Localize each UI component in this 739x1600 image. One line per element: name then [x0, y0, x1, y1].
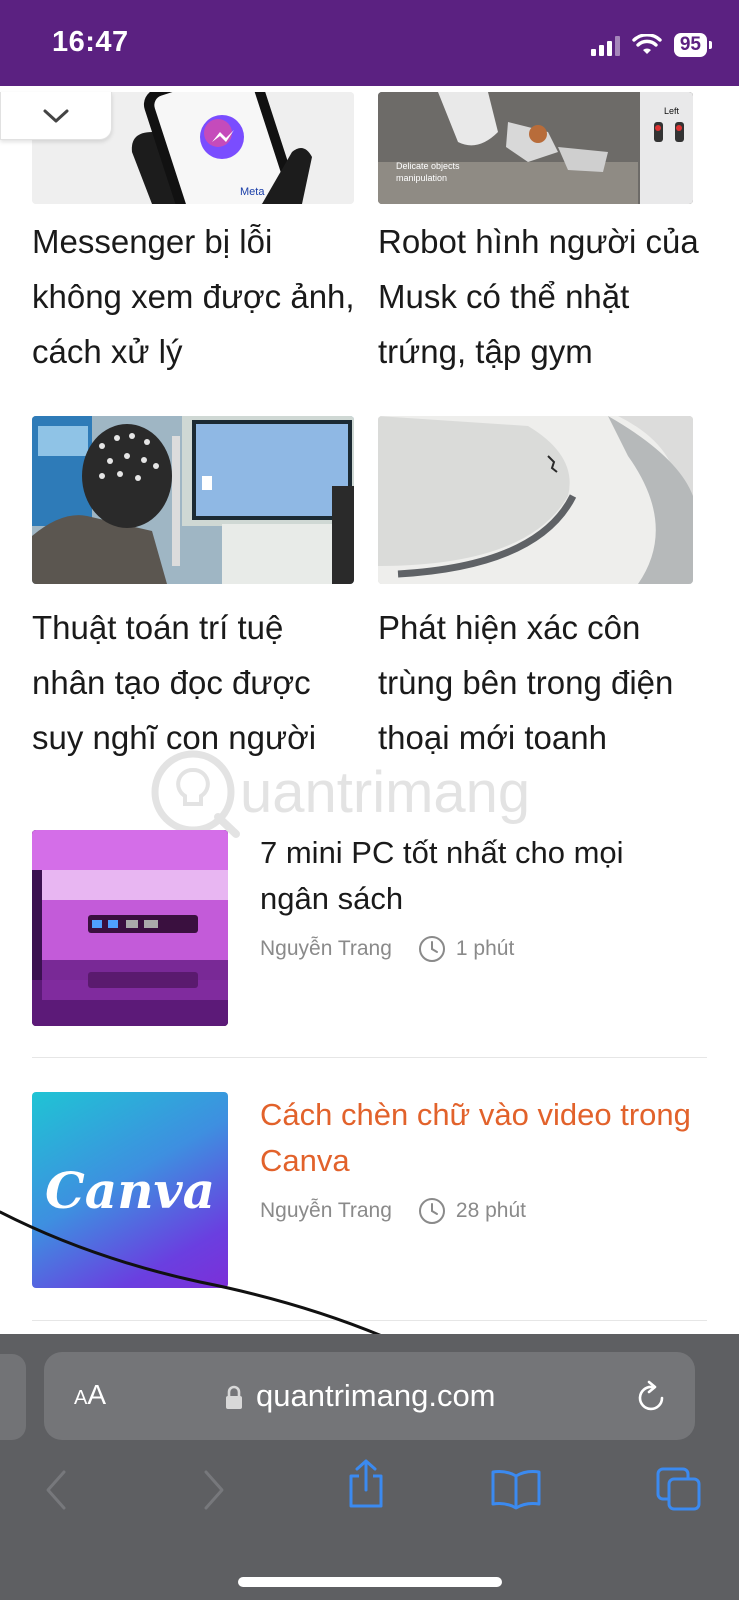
article-title[interactable]: Thuật toán trí tuệ nhân tạo đọc được suy… — [32, 600, 362, 765]
divider — [32, 1320, 707, 1321]
canva-logo-text: Canva — [45, 1160, 215, 1220]
article-author[interactable]: Nguyễn Trang — [260, 1199, 392, 1223]
home-indicator[interactable] — [238, 1577, 502, 1587]
article-title[interactable]: Phát hiện xác côn trùng bên trong điện t… — [378, 600, 708, 765]
battery-indicator: 95 — [673, 33, 713, 57]
cellular-signal-icon — [590, 34, 620, 56]
article-thumbnail-minipc[interactable] — [32, 830, 228, 1026]
article-title[interactable]: Messenger bị lỗi không xem được ảnh, các… — [32, 214, 362, 379]
article-meta: Nguyễn Trang 28 phút — [260, 1197, 526, 1225]
minipc-illustration — [32, 830, 228, 1026]
article-author[interactable]: Nguyễn Trang — [260, 937, 392, 961]
back-icon[interactable] — [44, 1468, 70, 1512]
clock-icon — [418, 1197, 446, 1225]
article-title[interactable]: Cách chèn chữ vào video trong Canva — [260, 1092, 700, 1184]
meta-logo-text: Meta — [240, 186, 265, 198]
watermark-text: uantrimang — [240, 760, 530, 825]
article-meta: Nguyễn Trang 1 phút — [260, 935, 514, 963]
status-time: 16:47 — [52, 26, 129, 58]
chevron-down-icon — [43, 109, 69, 122]
eeg-scene-illustration — [32, 416, 354, 584]
article-title[interactable]: Robot hình người của Musk có thể nhặt tr… — [378, 214, 708, 379]
bookmarks-icon[interactable] — [490, 1468, 542, 1510]
article-time: 28 phút — [455, 1199, 526, 1222]
text-size-button[interactable]: AA — [74, 1380, 106, 1410]
wifi-icon — [632, 34, 662, 54]
article-thumbnail-eeg[interactable] — [32, 416, 354, 584]
article-thumbnail-canva[interactable]: Canva — [32, 1092, 228, 1288]
forward-icon[interactable] — [200, 1468, 226, 1512]
share-icon[interactable] — [346, 1458, 386, 1510]
robot-hand-illustration: Left Delicate objects manipulation — [378, 92, 693, 204]
clock-icon — [418, 935, 446, 963]
status-bar: 16:47 95 — [0, 0, 739, 86]
article-thumbnail-robot[interactable]: Left Delicate objects manipulation — [378, 92, 693, 204]
collapse-menu-button[interactable] — [0, 92, 112, 140]
article-thumbnail-insect[interactable] — [378, 416, 693, 584]
screen: 16:47 95 Meta Messenger bị lỗi không xem… — [0, 0, 739, 1600]
lock-icon — [226, 1385, 242, 1409]
article-title[interactable]: 7 mini PC tốt nhất cho mọi ngân sách — [260, 830, 700, 922]
status-icons: 95 — [590, 33, 713, 57]
article-time: 1 phút — [455, 937, 515, 960]
phone-glass-illustration — [378, 416, 693, 584]
divider — [32, 1057, 707, 1058]
tabs-icon[interactable] — [655, 1466, 703, 1512]
reload-icon[interactable] — [636, 1380, 668, 1414]
robot-side-label: Left — [664, 106, 680, 116]
previous-tab-peek[interactable] — [0, 1354, 26, 1440]
url-text[interactable]: quantrimang.com — [256, 1376, 496, 1416]
